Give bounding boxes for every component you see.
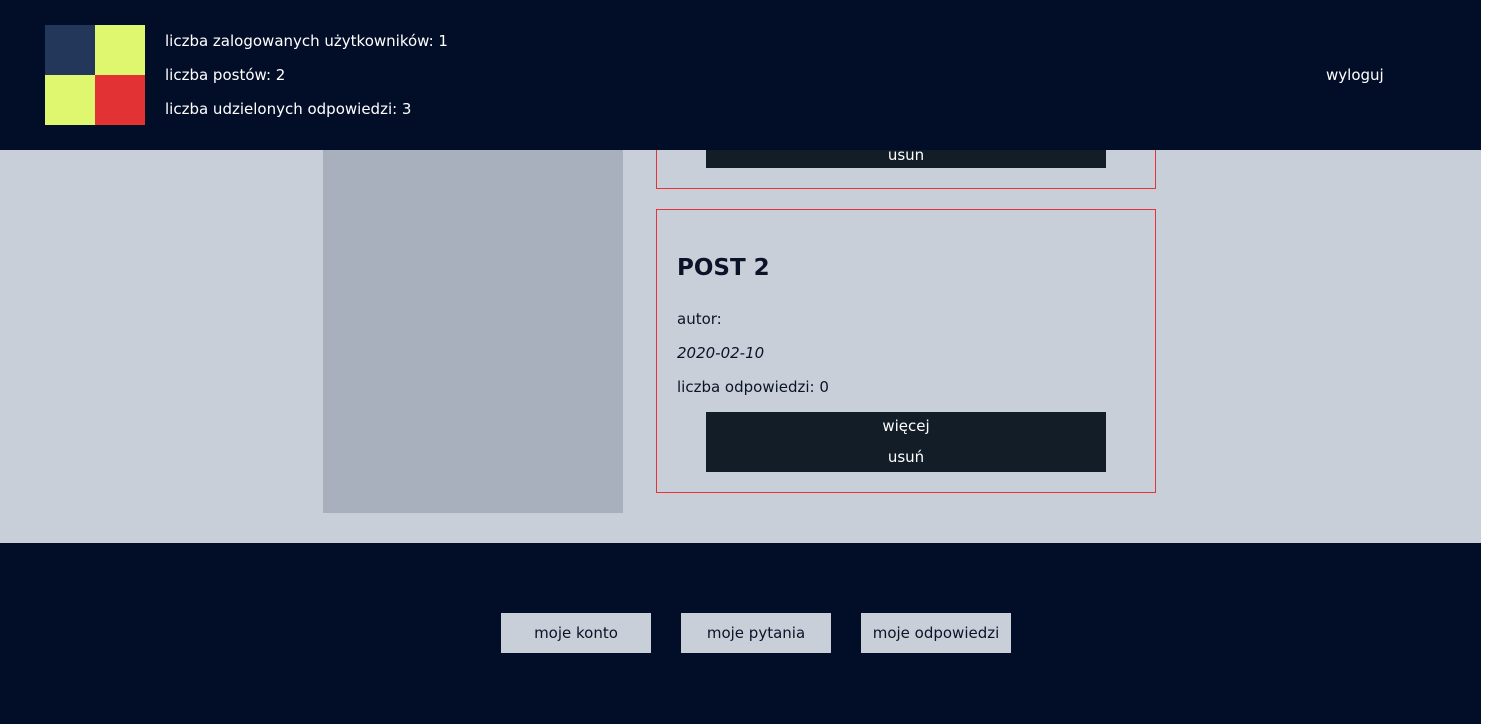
post-date: 2020-02-10 <box>677 344 765 362</box>
my-account-button[interactable]: moje konto <box>501 613 651 653</box>
footer: moje konto moje pytania moje odpowiedzi <box>0 543 1481 724</box>
post-author: autor: <box>677 310 722 328</box>
sidebar-panel <box>323 100 623 513</box>
post-title: POST 2 <box>677 255 770 281</box>
delete-post-button[interactable]: usuń <box>706 448 1106 466</box>
logo-tile <box>95 25 145 75</box>
my-answers-button[interactable]: moje odpowiedzi <box>861 613 1011 653</box>
logo <box>45 25 145 125</box>
logo-tile <box>45 75 95 125</box>
logo-tile <box>45 25 95 75</box>
post-answers-count: liczba odpowiedzi: 0 <box>677 378 829 396</box>
logout-link[interactable]: wyloguj <box>1326 66 1384 84</box>
more-button[interactable]: więcej <box>706 417 1106 435</box>
my-questions-button[interactable]: moje pytania <box>681 613 831 653</box>
window-edge <box>1481 0 1496 724</box>
post-actions: więcej usuń <box>706 412 1106 472</box>
logged-users-stat: liczba zalogowanych użytkowników: 1 <box>165 32 448 50</box>
posts-count-stat: liczba postów: 2 <box>165 66 286 84</box>
post-card: POST 2 autor: 2020-02-10 liczba odpowied… <box>656 209 1156 493</box>
answers-count-stat: liczba udzielonych odpowiedzi: 3 <box>165 100 412 118</box>
logo-tile <box>95 75 145 125</box>
top-header: liczba zalogowanych użytkowników: 1 licz… <box>0 0 1481 150</box>
